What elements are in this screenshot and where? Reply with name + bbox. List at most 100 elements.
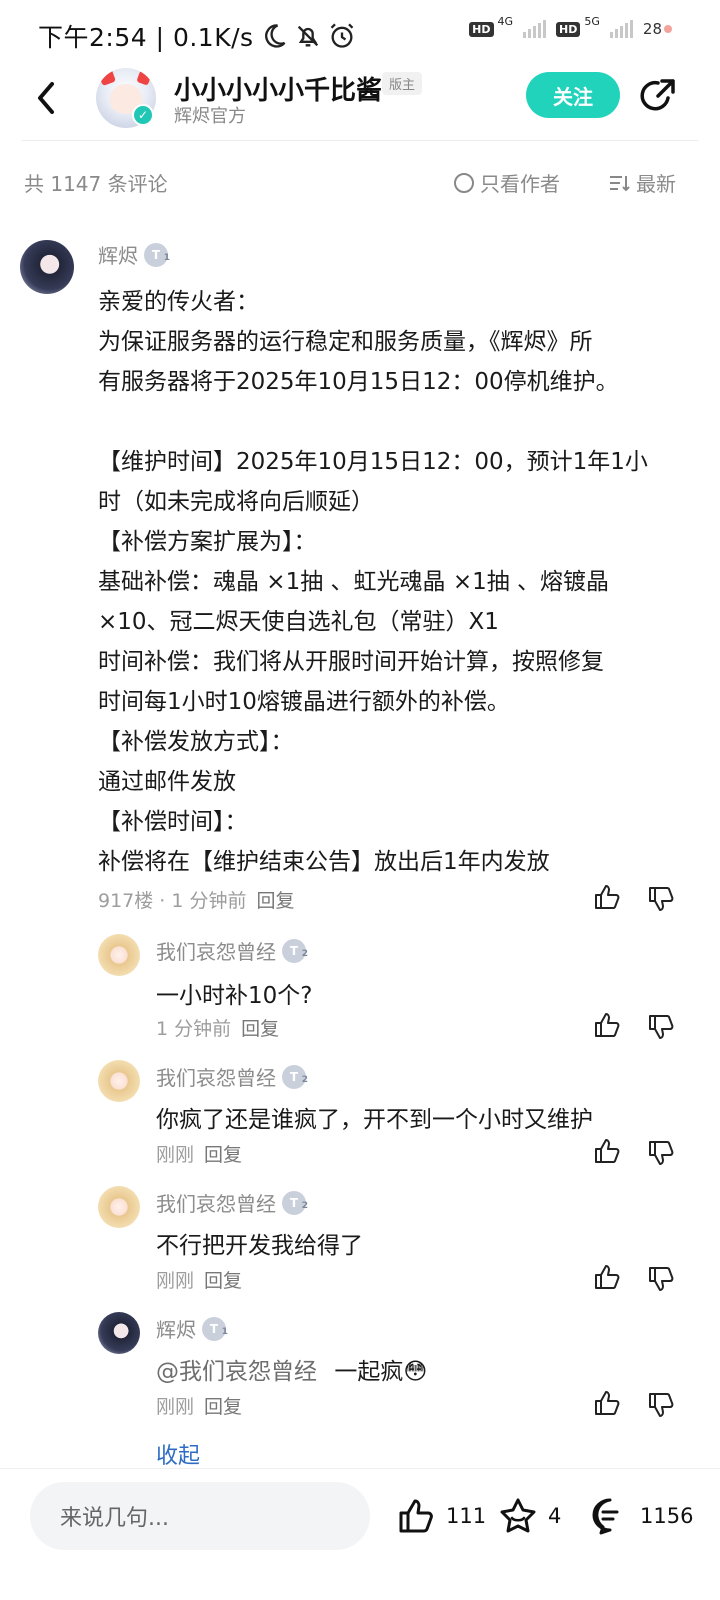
hd-badge: HD (556, 21, 581, 37)
signal-icon (523, 20, 547, 38)
reply-username[interactable]: 我们哀怨曾经 T2 (156, 1188, 308, 1217)
thumbs-down-icon[interactable] (646, 1390, 676, 1420)
author-only-toggle[interactable]: 只看作者 (454, 168, 560, 197)
battery-icon (664, 25, 672, 33)
bottom-divider (0, 1468, 720, 1469)
thumbs-up-icon[interactable] (592, 1010, 622, 1040)
radio-circle-icon (454, 172, 474, 193)
comment-line: 有服务器将于2025年10月15日12：00停机维护。 (98, 369, 619, 395)
comment-line: 补偿将在【维护结束公告】放出后1年内发放 (98, 849, 550, 875)
comment-line: 基础补偿：魂晶 ×1抽 、虹光魂晶 ×1抽 、熔镀晶 (98, 569, 610, 595)
alarm-icon (330, 23, 353, 48)
comment-total: 1156 (640, 1504, 694, 1528)
username-text: 我们哀怨曾经 (156, 1192, 276, 1216)
status-left: 下午2:54 | 0.1K/s (38, 18, 356, 54)
comment-bubble-icon (592, 1498, 619, 1535)
comments-toolbar: 共 1147 条评论 只看作者 最新 (0, 160, 720, 204)
comment-line: 亲爱的传火者： (98, 289, 259, 315)
thumbs-up-icon[interactable] (592, 1388, 622, 1418)
reply-text: 不行把开发我给得了 (156, 1233, 363, 1259)
hd-badge: HD (469, 21, 494, 37)
level-badge-icon: T2 (282, 1190, 308, 1215)
level-badge-icon: T2 (282, 1064, 308, 1089)
collapse-replies-link[interactable]: 收起 (156, 1438, 200, 1470)
author-only-label: 只看作者 (480, 172, 560, 196)
avatar[interactable] (98, 1312, 140, 1354)
comment-count: 共 1147 条评论 (24, 172, 168, 196)
follow-button[interactable]: 关注 (526, 72, 620, 118)
moon-icon (264, 24, 285, 48)
reply-button[interactable]: 回复 (257, 890, 295, 912)
verified-icon: ✓ (132, 104, 154, 126)
reply-username[interactable]: 我们哀怨曾经 T2 (156, 936, 308, 965)
battery-level: 28 (642, 20, 662, 38)
comment-line: 为保证服务器的运行稳定和服务质量，《辉烬》所 (98, 329, 593, 355)
status-bar: 下午2:54 | 0.1K/s HD 4G HD 5G 28 (0, 0, 720, 64)
thumbs-up-icon (399, 1499, 433, 1533)
comments-button[interactable]: 1156 (590, 1496, 693, 1536)
username-text: 辉烬 (98, 244, 138, 268)
network-type: 4G (497, 14, 514, 28)
thumbs-down-icon[interactable] (646, 1012, 676, 1042)
username-text: 我们哀怨曾经 (156, 1066, 276, 1090)
favorite-button[interactable]: 4 (498, 1496, 561, 1536)
reply-meta: 刚刚 回复 (156, 1266, 242, 1293)
sort-icon (610, 175, 630, 191)
back-arrow-icon[interactable] (30, 78, 62, 118)
reply-button[interactable]: 回复 (204, 1396, 242, 1418)
avatar[interactable] (98, 1060, 140, 1102)
reply-text: 一小时补10个? (156, 983, 313, 1009)
network-type: 5G (584, 14, 600, 28)
battery-indicator: 28 (643, 20, 672, 38)
comment-input[interactable]: 来说几句... (30, 1482, 370, 1550)
moderator-badge: 版主 (382, 72, 423, 95)
level-badge-icon: T1 (202, 1316, 228, 1341)
like-button[interactable]: 111 (396, 1496, 486, 1536)
share-icon[interactable] (638, 76, 678, 116)
sort-dropdown[interactable]: 最新 (608, 168, 676, 197)
reply-username[interactable]: 辉烬 T1 (156, 1314, 228, 1343)
avatar[interactable] (98, 1186, 140, 1228)
favorite-count: 4 (548, 1504, 562, 1528)
thumbs-down-icon[interactable] (646, 884, 676, 914)
comment-line: 【补偿发放方式】： (98, 729, 294, 755)
comment-line: 【维护时间】2025年10月15日12：00，预计1年1小 (98, 449, 648, 475)
thumbs-down-icon[interactable] (646, 1138, 676, 1168)
comment-line: 【补偿时间】： (98, 809, 248, 835)
reply-time: 刚刚 (156, 1396, 195, 1418)
avatar[interactable] (98, 934, 140, 976)
thumbs-up-icon[interactable] (592, 882, 622, 912)
signal-icon (609, 20, 633, 38)
author-subtitle: 辉烬官方 (174, 106, 246, 127)
reply-meta: 1 分钟前 回复 (156, 1014, 279, 1041)
thumbs-down-icon[interactable] (646, 1264, 676, 1294)
username-text: 我们哀怨曾经 (156, 940, 276, 964)
status-time-speed: 下午2:54 | 0.1K/s (38, 23, 254, 52)
mention-link[interactable]: @我们哀怨曾经 (156, 1359, 317, 1385)
bell-off-icon (297, 25, 318, 47)
reply-text: 你疯了还是谁疯了，开不到一个小时又维护 (156, 1107, 593, 1133)
avatar[interactable] (20, 240, 74, 294)
reply-button[interactable]: 回复 (204, 1270, 242, 1292)
sort-label: 最新 (636, 172, 676, 196)
reply-meta: 刚刚 回复 (156, 1392, 242, 1419)
star-icon (500, 1498, 536, 1533)
reply-button[interactable]: 回复 (241, 1018, 279, 1040)
comment-line: 【补偿方案扩展为】： (98, 529, 317, 555)
comment-floor-time: 917楼 · 1 分钟前 (98, 890, 247, 912)
comment-line: 时（如未完成将向后顺延） (98, 489, 374, 515)
post-header: ✓ 小小小小小千比酱 版主 辉烬官方 关注 (0, 64, 720, 140)
username-text: 辉烬 (156, 1318, 196, 1342)
like-count: 111 (446, 1504, 487, 1528)
thumbs-up-icon[interactable] (592, 1136, 622, 1166)
comment-username[interactable]: 辉烬 T1 (98, 240, 170, 269)
comment-line: 通过邮件发放 (98, 769, 236, 795)
comment-line: 时间补偿：我们将从开服时间开始计算，按照修复 (98, 649, 604, 675)
reply-time: 刚刚 (156, 1270, 195, 1292)
thumbs-up-icon[interactable] (592, 1262, 622, 1292)
reply-meta: 刚刚 回复 (156, 1140, 242, 1167)
reply-button[interactable]: 回复 (204, 1144, 242, 1166)
reply-time: 刚刚 (156, 1144, 195, 1166)
reply-username[interactable]: 我们哀怨曾经 T2 (156, 1062, 308, 1091)
comment-meta: 917楼 · 1 分钟前 回复 (98, 886, 295, 913)
